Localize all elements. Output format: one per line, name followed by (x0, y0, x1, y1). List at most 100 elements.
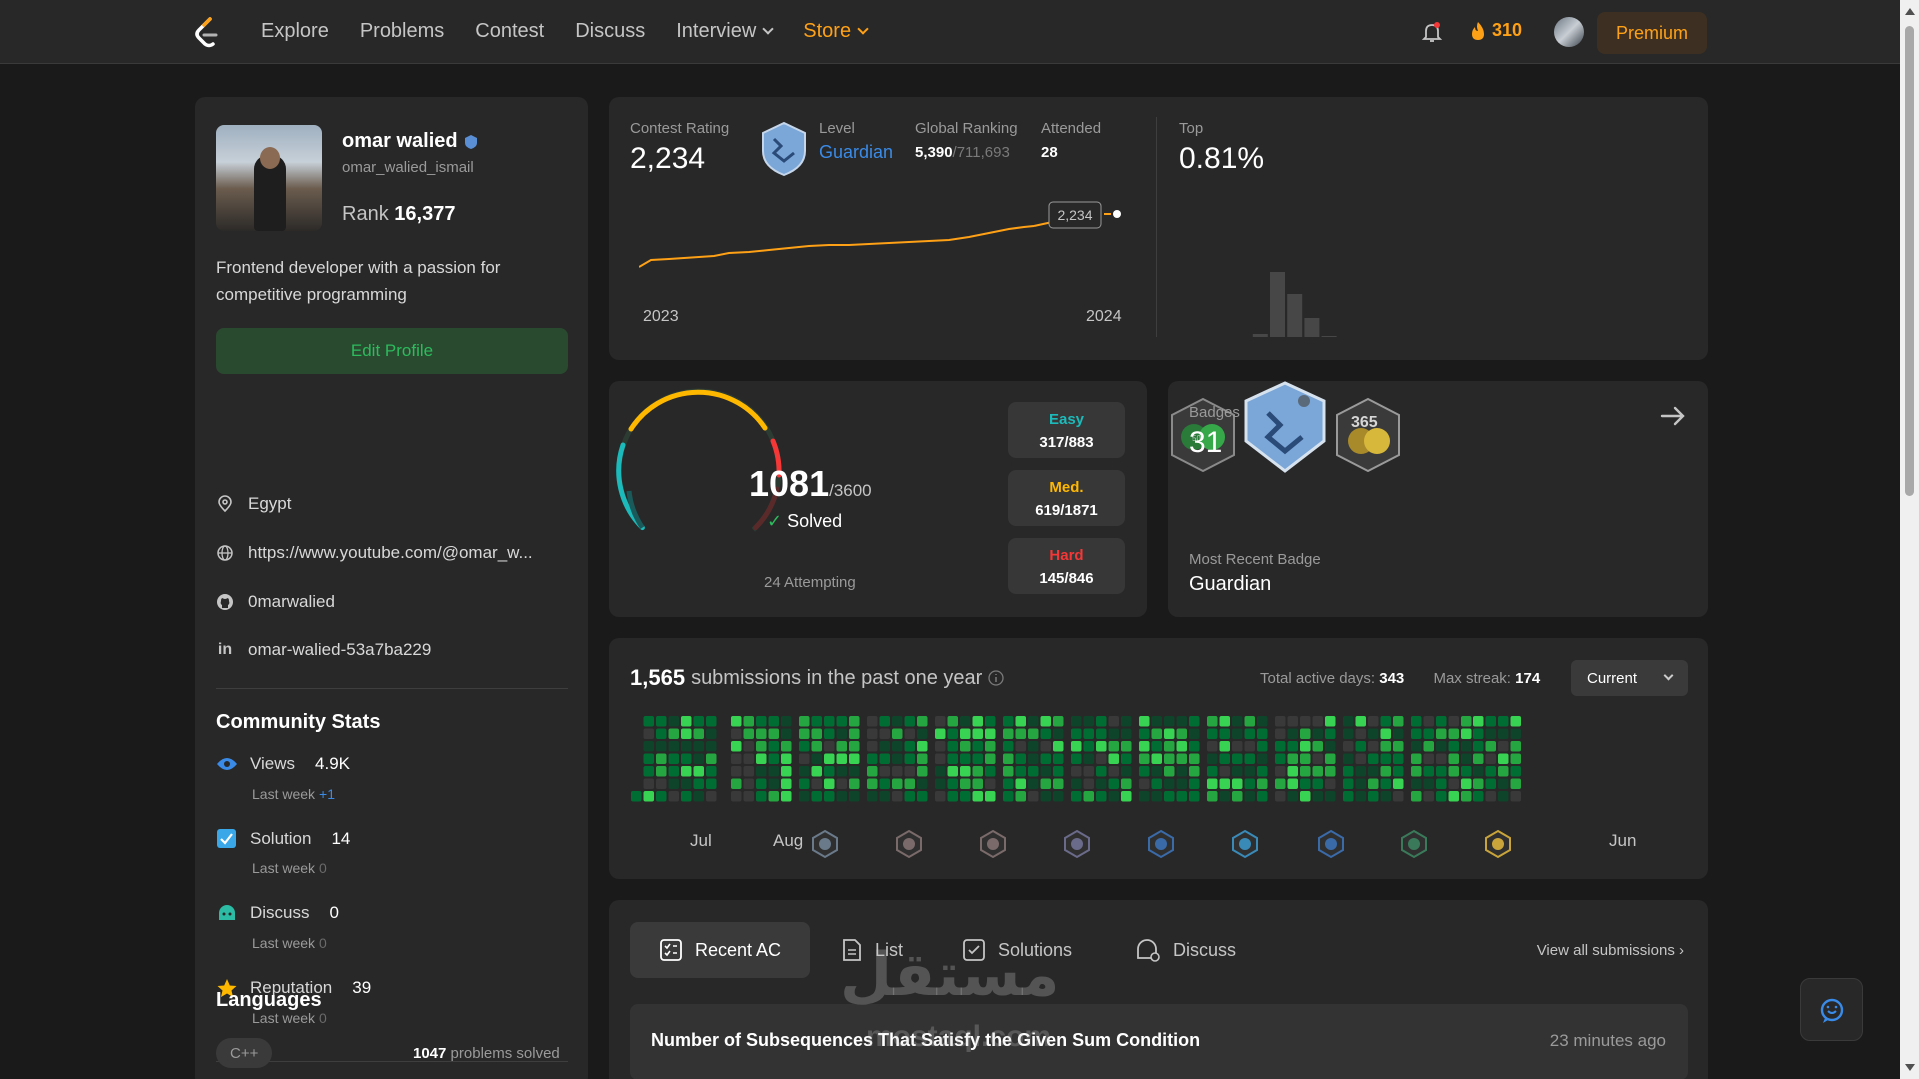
heatmap-cell[interactable] (643, 753, 655, 765)
heatmap-cell[interactable] (1485, 741, 1497, 752)
heatmap-cell[interactable] (781, 741, 792, 752)
heatmap-cell[interactable] (985, 741, 996, 752)
heatmap-cell[interactable] (904, 716, 916, 727)
heatmap-cell[interactable] (1040, 753, 1052, 765)
heatmap-cell[interactable] (1343, 791, 1354, 802)
heatmap-cell[interactable] (960, 716, 971, 727)
heatmap-cell[interactable] (811, 753, 823, 765)
heatmap-cell[interactable] (1096, 741, 1107, 752)
heatmap-cell[interactable] (1108, 728, 1120, 740)
heatmap-cell[interactable] (1040, 741, 1052, 752)
heatmap-cell[interactable] (1436, 741, 1447, 752)
heatmap-cell[interactable] (756, 778, 767, 790)
heatmap-cell[interactable] (1275, 791, 1286, 802)
heatmap-cell[interactable] (1510, 766, 1522, 777)
heatmap-cell[interactable] (1312, 716, 1324, 727)
arrow-right-icon[interactable] (1658, 401, 1688, 431)
heatmap-cell[interactable] (1423, 753, 1435, 765)
heatmap-cell[interactable] (1448, 778, 1460, 790)
heatmap-cell[interactable] (1473, 791, 1484, 802)
heatmap-cell[interactable] (1096, 716, 1107, 727)
heatmap-cell[interactable] (1151, 753, 1163, 765)
heatmap-cell[interactable] (935, 753, 946, 765)
heatmap-cell[interactable] (1423, 741, 1435, 752)
heatmap-cell[interactable] (1219, 741, 1231, 752)
heatmap-cell[interactable] (1219, 766, 1231, 777)
heatmap-cell[interactable] (681, 741, 692, 752)
tab-solutions[interactable]: Solutions (962, 922, 1072, 978)
heatmap-cell[interactable] (972, 766, 984, 777)
heatmap-cell[interactable] (768, 728, 780, 740)
heatmap-cell[interactable] (1003, 778, 1014, 790)
heatmap-cell[interactable] (1325, 753, 1336, 765)
heatmap-cell[interactable] (892, 716, 903, 727)
monthly-badge-icon[interactable] (812, 829, 838, 859)
heatmap-cell[interactable] (756, 766, 767, 777)
monthly-badge-icon[interactable] (1232, 829, 1258, 859)
heatmap-cell[interactable] (1300, 778, 1311, 790)
heatmap-cell[interactable] (1287, 753, 1299, 765)
heatmap-cell[interactable] (892, 741, 903, 752)
heatmap-cell[interactable] (756, 753, 767, 765)
heatmap-cell[interactable] (1028, 716, 1039, 727)
heatmap-cell[interactable] (706, 778, 717, 790)
heatmap-cell[interactable] (1232, 741, 1243, 752)
heatmap-cell[interactable] (1300, 766, 1311, 777)
heatmap-cell[interactable] (743, 716, 755, 727)
heatmap-cell[interactable] (1393, 791, 1404, 802)
heatmap-cell[interactable] (1355, 791, 1367, 802)
premium-button[interactable]: Premium (1597, 12, 1707, 54)
heatmap-cell[interactable] (1368, 741, 1379, 752)
heatmap-cell[interactable] (1121, 753, 1132, 765)
heatmap-cell[interactable] (1108, 766, 1120, 777)
heatmap-cell[interactable] (1448, 791, 1460, 802)
heatmap-cell[interactable] (904, 778, 916, 790)
heatmap-cell[interactable] (1275, 753, 1286, 765)
heatmap-cell[interactable] (1380, 778, 1392, 790)
heatmap-cell[interactable] (799, 753, 810, 765)
heatmap-cell[interactable] (985, 753, 996, 765)
heatmap-cell[interactable] (1485, 766, 1497, 777)
heatmap-cell[interactable] (768, 753, 780, 765)
heatmap-cell[interactable] (693, 791, 705, 802)
heatmap-cell[interactable] (1275, 778, 1286, 790)
heatmap-cell[interactable] (1232, 778, 1243, 790)
heatmap-cell[interactable] (960, 766, 971, 777)
heatmap-cell[interactable] (1232, 716, 1243, 727)
heatmap-cell[interactable] (656, 791, 667, 802)
heatmap-cell[interactable] (1244, 753, 1256, 765)
heatmap-cell[interactable] (1423, 791, 1435, 802)
heatmap-cell[interactable] (1498, 791, 1509, 802)
heatmap-cell[interactable] (836, 741, 848, 752)
heatmap-cell[interactable] (1380, 716, 1392, 727)
heatmap-cell[interactable] (1275, 766, 1286, 777)
heatmap-cell[interactable] (1461, 791, 1472, 802)
heatmap-cell[interactable] (656, 716, 667, 727)
heatmap-cell[interactable] (1176, 753, 1188, 765)
heatmap-cell[interactable] (1207, 766, 1218, 777)
heatmap-cell[interactable] (849, 716, 860, 727)
heatmap-cell[interactable] (811, 778, 823, 790)
heatmap-cell[interactable] (668, 778, 680, 790)
heatmap-cell[interactable] (811, 766, 823, 777)
heatmap-cell[interactable] (867, 716, 878, 727)
heatmap-cell[interactable] (743, 766, 755, 777)
heatmap-cell[interactable] (1300, 716, 1311, 727)
heatmap-cell[interactable] (947, 753, 959, 765)
heatmap-cell[interactable] (1244, 741, 1256, 752)
monthly-badge-icon[interactable] (1064, 829, 1090, 859)
heatmap-cell[interactable] (1207, 778, 1218, 790)
heatmap-cell[interactable] (1411, 778, 1422, 790)
heatmap-cell[interactable] (1257, 741, 1268, 752)
heatmap-cell[interactable] (1219, 728, 1231, 740)
heatmap-cell[interactable] (1300, 791, 1311, 802)
heatmap-cell[interactable] (972, 728, 984, 740)
heatmap-cell[interactable] (917, 716, 928, 727)
heatmap-cell[interactable] (849, 778, 860, 790)
heatmap-cell[interactable] (849, 791, 860, 802)
tab-discuss[interactable]: Discuss (1135, 922, 1236, 978)
heatmap-cell[interactable] (1485, 716, 1497, 727)
heatmap-cell[interactable] (1411, 741, 1422, 752)
heatmap-cell[interactable] (1015, 778, 1027, 790)
heatmap-cell[interactable] (1257, 716, 1268, 727)
